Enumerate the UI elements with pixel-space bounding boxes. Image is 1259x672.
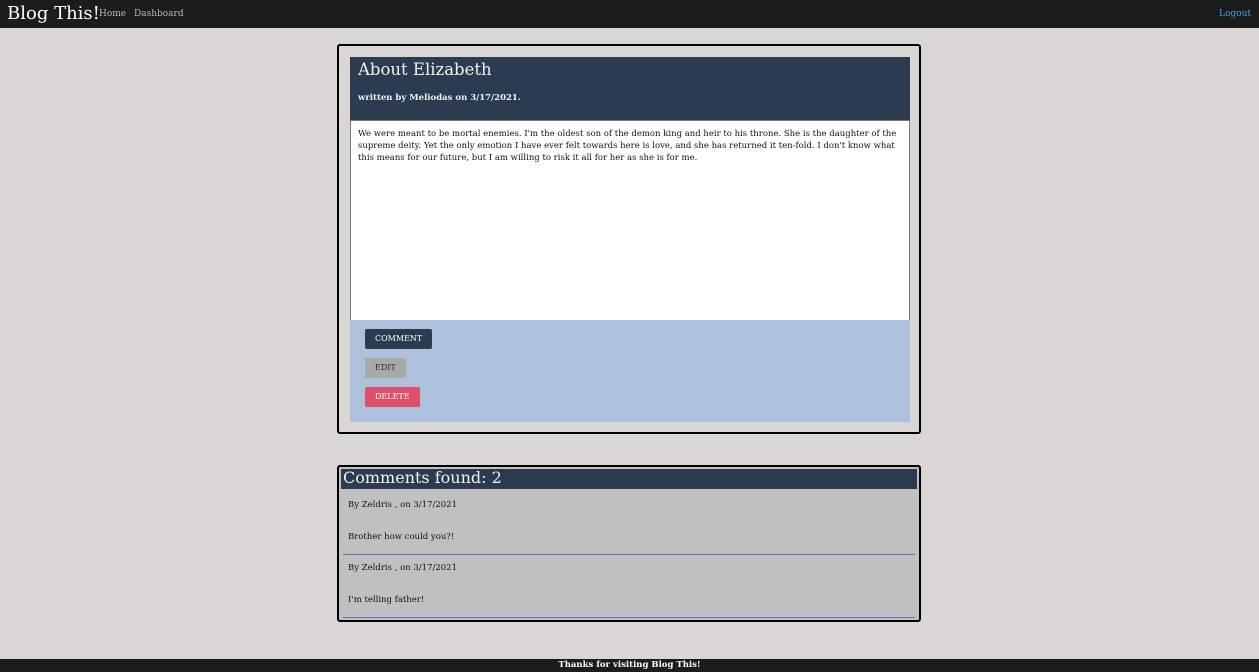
post-body: We were meant to be mortal enemies. I'm … <box>350 120 910 321</box>
nav-home-link[interactable]: Home <box>99 8 126 20</box>
footer-text: Thanks for visiting Blog This! <box>558 660 701 670</box>
comment-button[interactable]: Comment <box>365 329 433 349</box>
post-card: About Elizabeth written by Meliodas on 3… <box>337 44 921 434</box>
post-title: About Elizabeth <box>358 60 492 79</box>
logout-link[interactable]: Logout <box>1219 8 1251 20</box>
post-header: About Elizabeth written by Meliodas on 3… <box>350 57 910 121</box>
edit-button[interactable]: Edit <box>365 358 406 378</box>
delete-button[interactable]: Delete <box>365 387 420 407</box>
comments-header: Comments found: 2 <box>341 468 917 489</box>
comments-card: Comments found: 2 By Zeldris , on 3/17/2… <box>337 465 921 622</box>
comment-item: By Zeldris , on 3/17/2021 Brother how co… <box>343 491 915 555</box>
comment-author: By Zeldris , on 3/17/2021 <box>348 563 457 573</box>
post-text: We were meant to be mortal enemies. I'm … <box>358 129 897 163</box>
post-meta: written by Meliodas on 3/17/2021. <box>358 93 521 103</box>
comment-author: By Zeldris , on 3/17/2021 <box>348 500 457 510</box>
footer: Thanks for visiting Blog This! <box>0 659 1259 672</box>
comment-text: Brother how could you?! <box>348 532 455 542</box>
brand-logo[interactable]: Blog This! <box>7 2 100 26</box>
comments-title: Comments found: 2 <box>343 468 502 487</box>
navbar: Blog This! Home Dashboard Logout <box>0 0 1259 28</box>
comment-item: By Zeldris , on 3/17/2021 I'm telling fa… <box>343 554 915 618</box>
comment-text: I'm telling father! <box>348 595 425 605</box>
post-actions: Comment Edit Delete <box>350 320 910 422</box>
nav-dashboard-link[interactable]: Dashboard <box>134 8 184 20</box>
